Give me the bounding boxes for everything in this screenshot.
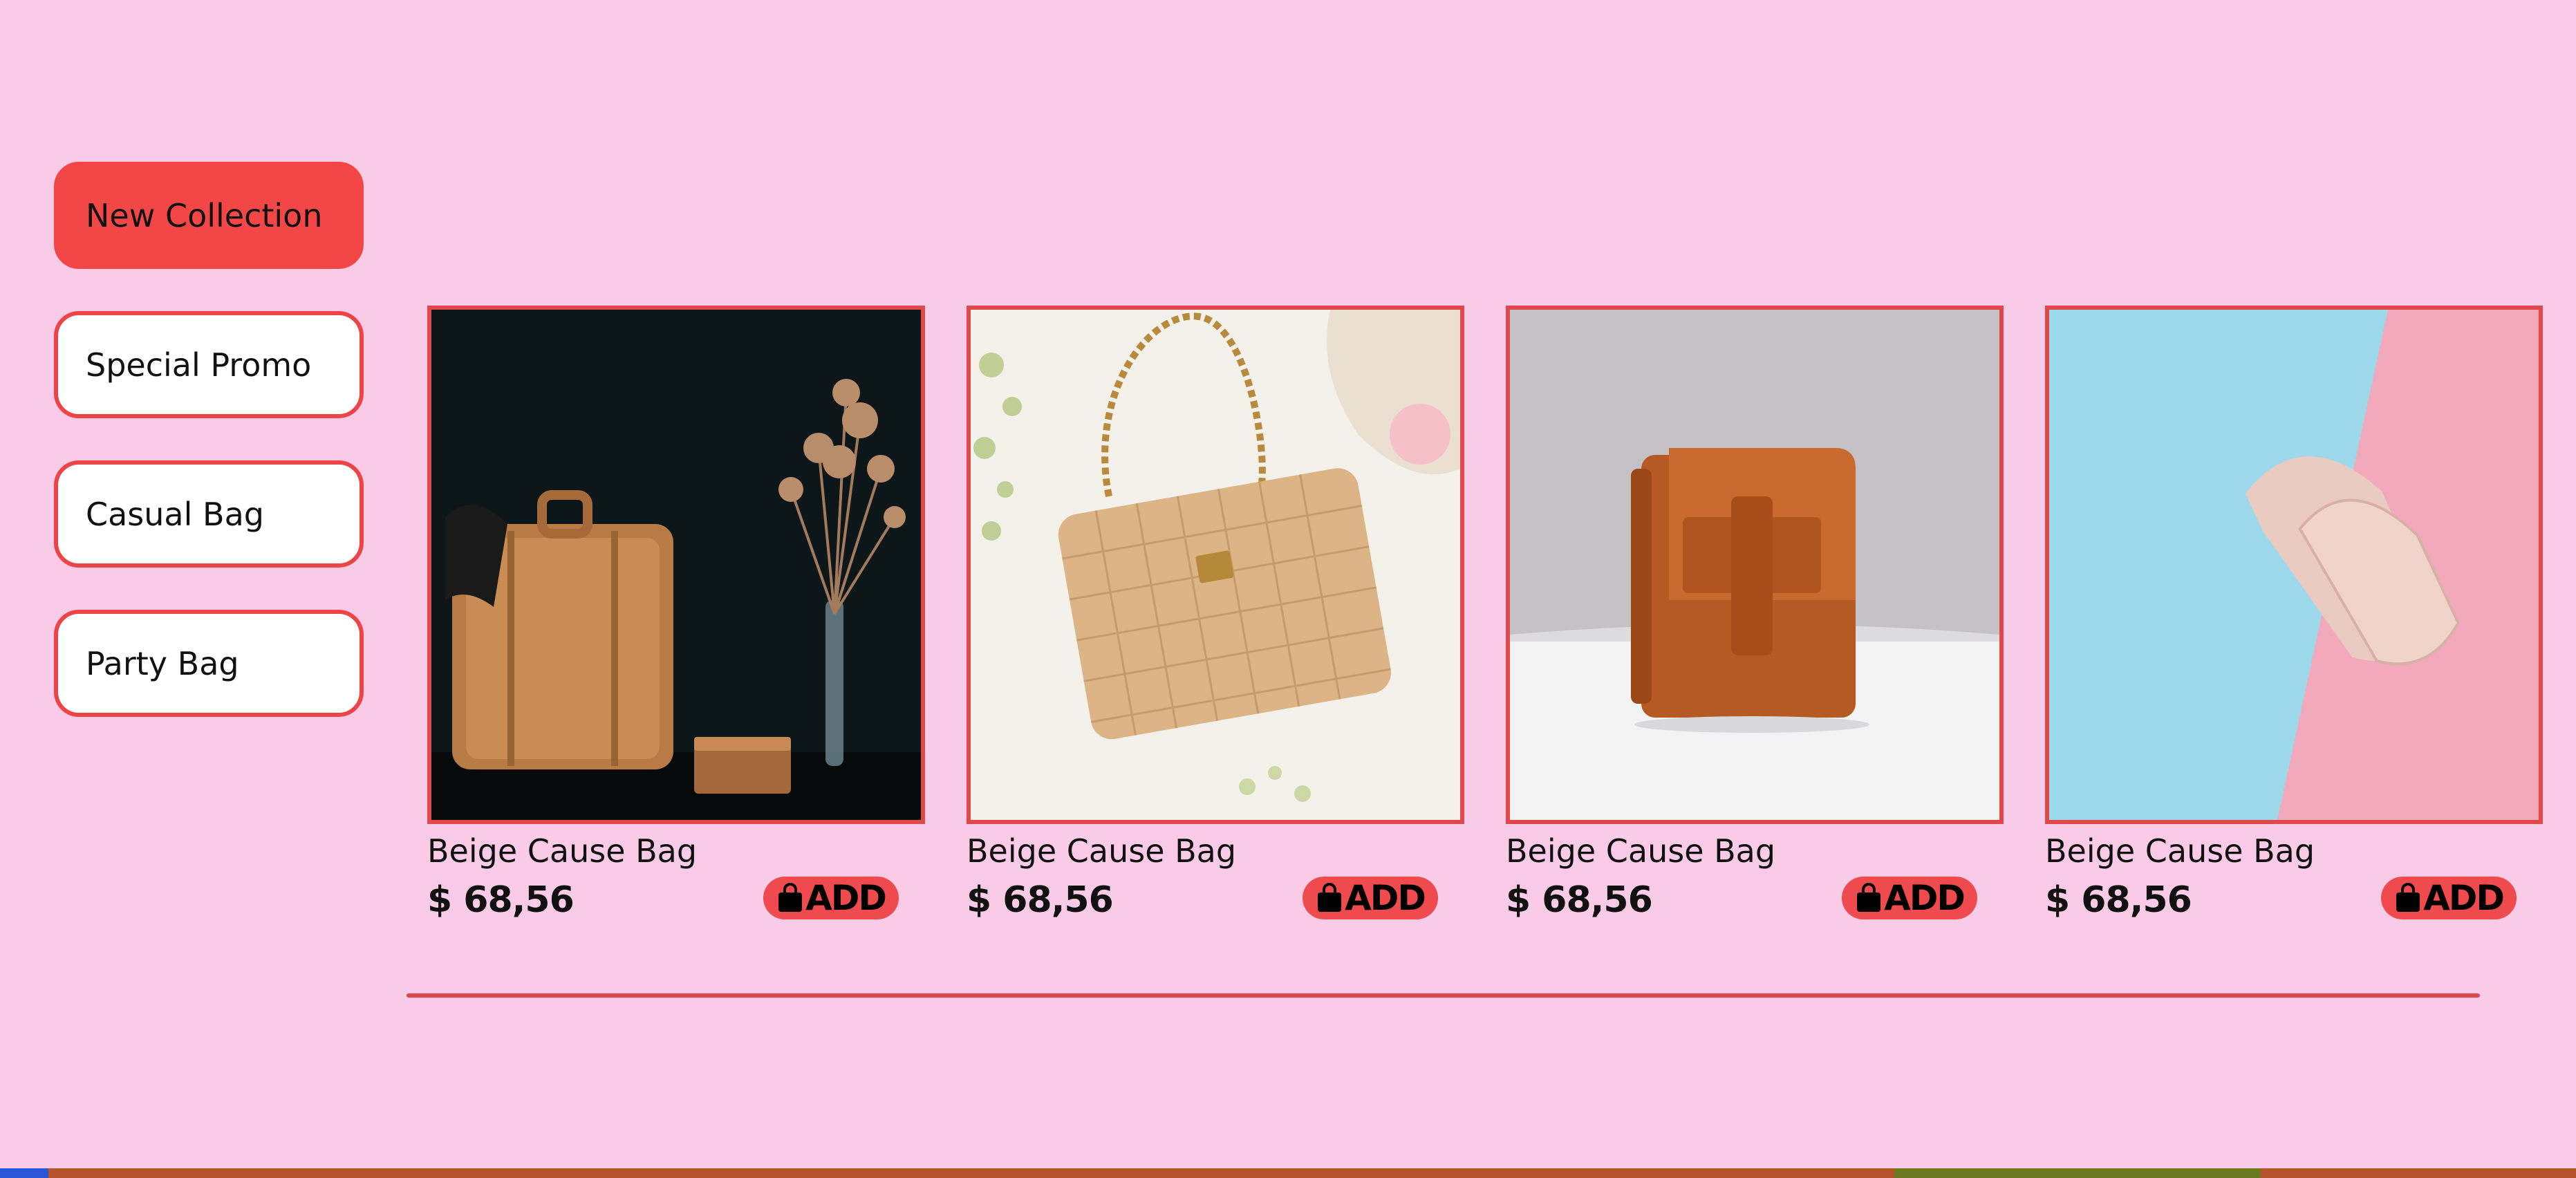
category-special-promo-button[interactable]: Special Promo — [54, 311, 364, 418]
category-label: New Collection — [86, 196, 323, 234]
shopping-bag-icon — [1318, 883, 1342, 912]
add-to-cart-button[interactable]: ADD — [1303, 877, 1438, 919]
add-to-cart-button[interactable]: ADD — [763, 877, 899, 919]
product-card[interactable]: Beige Cause Bag $ 68,56 ADD — [1506, 306, 2004, 921]
taskbar-strip — [0, 1168, 2576, 1178]
product-price: $ 68,56 — [1506, 879, 1653, 921]
section-divider — [407, 993, 2480, 998]
product-price: $ 68,56 — [2045, 879, 2192, 921]
category-party-bag-button[interactable]: Party Bag — [54, 610, 364, 717]
product-name: Beige Cause Bag — [427, 832, 698, 870]
product-name: Beige Cause Bag — [1506, 832, 1776, 870]
product-price: $ 68,56 — [967, 879, 1114, 921]
product-card[interactable]: Beige Cause Bag $ 68,56 ADD — [427, 306, 925, 921]
product-image-pink-pouch[interactable] — [2045, 306, 2543, 824]
product-image-beige-quilted-bag[interactable] — [967, 306, 1464, 824]
category-label: Party Bag — [86, 644, 239, 682]
category-new-collection-button[interactable]: New Collection — [54, 162, 364, 269]
add-button-label: ADD — [1884, 878, 1966, 918]
add-to-cart-button[interactable]: ADD — [2381, 877, 2517, 919]
shopping-bag-icon — [778, 883, 803, 912]
category-label: Special Promo — [86, 346, 312, 384]
add-button-label: ADD — [2423, 878, 2505, 918]
add-button-label: ADD — [1345, 878, 1426, 918]
product-price: $ 68,56 — [427, 879, 575, 921]
shopping-bag-icon — [1857, 883, 1881, 912]
category-label: Casual Bag — [86, 495, 264, 533]
product-image-orange-leather-bag[interactable] — [1506, 306, 2004, 824]
product-name: Beige Cause Bag — [2045, 832, 2315, 870]
shopping-bag-icon — [2396, 883, 2420, 912]
category-casual-bag-button[interactable]: Casual Bag — [54, 460, 364, 568]
product-card[interactable]: Beige Cause Bag $ 68,56 ADD — [967, 306, 1464, 921]
add-button-label: ADD — [805, 878, 887, 918]
product-image-brown-suitcase[interactable] — [427, 306, 925, 824]
add-to-cart-button[interactable]: ADD — [1842, 877, 1977, 919]
product-card[interactable]: Beige Cause Bag $ 68,56 ADD — [2045, 306, 2543, 921]
product-name: Beige Cause Bag — [967, 832, 1237, 870]
